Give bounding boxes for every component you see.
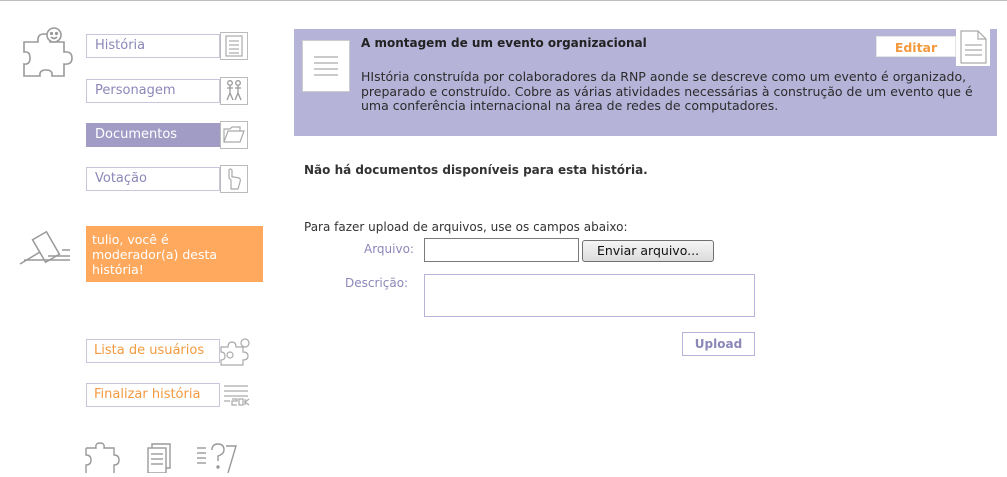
edit-button[interactable]: Editar [876,36,956,57]
documents-stack-icon[interactable] [140,440,180,474]
hand-icon [220,165,248,193]
nav-item-label: História [86,34,220,58]
moderator-notice: tulio, você é moderador(a) desta históri… [86,226,263,282]
finish-story-label: Finalizar história [86,383,220,407]
document-lines-icon [220,32,248,60]
nav-item-label: Documentos [86,123,220,147]
description-label: Descrição: [345,276,409,290]
help-question-icon[interactable] [194,440,238,474]
nav-item-personagem[interactable]: Personagem [86,77,256,105]
upload-button[interactable]: Upload [682,332,755,356]
gavel-icon [18,226,72,270]
story-description: HIstória construída por colaboradores da… [361,69,973,113]
nav-item-documentos[interactable]: Documentos [86,121,256,149]
nav-item-votacao[interactable]: Votação [86,165,256,193]
folder-icon [220,121,248,149]
no-documents-message: Não há documentos disponíveis para esta … [304,163,648,177]
user-list-button[interactable]: Lista de usuários [86,337,262,367]
upload-instructions: Para fazer upload de arquivos, use os ca… [304,220,628,234]
top-divider [0,0,1007,1]
people-icon [220,77,248,105]
puzzle-users-icon [218,337,252,367]
edit-document-icon[interactable] [956,28,990,66]
file-path-input[interactable] [424,238,579,262]
nav-item-label: Votação [86,167,220,191]
file-label: Arquivo: [364,242,414,256]
user-list-label: Lista de usuários [86,339,220,363]
description-textarea[interactable] [424,274,755,317]
puzzle-logo-icon [20,26,76,82]
ok-checklist-icon [220,381,254,411]
send-file-button[interactable]: Enviar arquivo... [582,240,714,262]
finish-story-button[interactable]: Finalizar história [86,381,264,409]
puzzle-icon[interactable] [82,440,122,473]
nav-item-label: Personagem [86,79,220,103]
story-title: A montagem de um evento organizacional [361,36,647,50]
nav-item-historia[interactable]: História [86,32,256,60]
document-lines-icon [302,40,350,92]
